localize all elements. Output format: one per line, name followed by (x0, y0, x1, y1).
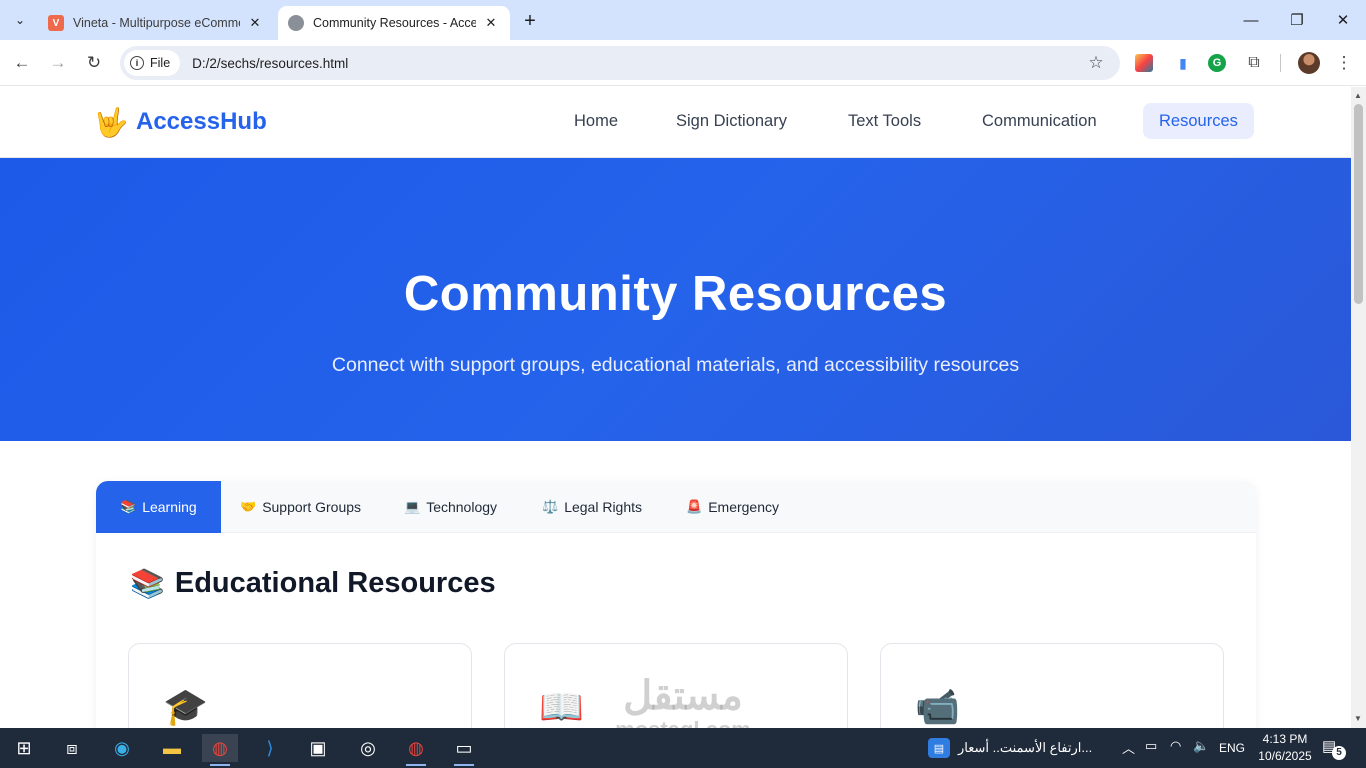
task-view-icon[interactable]: ⧈ (54, 734, 90, 762)
new-tab-button[interactable]: + (518, 9, 542, 33)
menu-kebab-icon[interactable]: ⋮ (1334, 51, 1354, 75)
page-viewport: 🤟 AccessHub Home Sign Dictionary Text To… (0, 87, 1351, 728)
tab-search-chevron-icon[interactable]: ⌄ (6, 8, 34, 32)
terminal-icon[interactable]: ▭ (446, 734, 482, 766)
browser-tab-strip: ⌄ V Vineta - Multipurpose eComme ✕ Commu… (0, 0, 1366, 40)
nav-sign-dictionary[interactable]: Sign Dictionary (660, 103, 803, 139)
nav-text-tools[interactable]: Text Tools (832, 103, 937, 139)
minimize-icon[interactable]: — (1228, 0, 1274, 40)
notification-center-icon[interactable]: ▤ 5 (1322, 737, 1346, 760)
wifi-icon[interactable]: ◠ (1170, 738, 1181, 754)
address-bar[interactable]: i File D:/2/sechs/resources.html ☆ (120, 46, 1120, 80)
scroll-thumb[interactable] (1354, 104, 1363, 304)
toolbar-divider (1280, 54, 1281, 72)
extension-document-icon[interactable]: ▮ (1172, 52, 1194, 74)
restore-icon[interactable]: ❐ (1274, 0, 1320, 40)
tab-label: Learning (142, 499, 197, 515)
close-window-icon[interactable]: ✕ (1320, 0, 1366, 40)
laptop-icon: 💻 (404, 499, 421, 514)
scales-icon: ⚖️ (542, 499, 559, 514)
vscode-icon[interactable]: ⟩ (252, 734, 288, 762)
browser-toolbar: ← → ↻ i File D:/2/sechs/resources.html ☆… (0, 40, 1366, 86)
nav-resources[interactable]: Resources (1143, 103, 1254, 139)
news-headline: ارتفاع الأسمنت.. أسعار... (958, 740, 1093, 755)
grammarly-icon[interactable]: G (1208, 54, 1226, 72)
info-icon: i (130, 56, 144, 70)
site-logo[interactable]: 🤟 AccessHub (93, 105, 267, 139)
page-subtitle: Connect with support groups, educational… (331, 354, 1020, 376)
resource-tabs: 📚 Learning 🤝 Support Groups 💻 Technology… (96, 481, 1256, 533)
show-hidden-icons-chevron-icon[interactable]: ︿ (1122, 738, 1135, 757)
scroll-down-arrow-icon[interactable]: ▼ (1354, 714, 1362, 723)
battery-icon[interactable]: ▭ (1145, 738, 1157, 754)
tab-title: Vineta - Multipurpose eComme (73, 16, 240, 30)
watermark-arabic: مستقل (623, 674, 743, 718)
tab-label: Legal Rights (564, 499, 643, 515)
chrome-taskbar-icon[interactable]: ◍ (202, 734, 238, 766)
back-arrow-icon[interactable]: ← (10, 51, 34, 75)
tab-legal-rights[interactable]: ⚖️ Legal Rights (518, 481, 666, 533)
resource-card[interactable]: 🎓 (128, 643, 472, 728)
profile-avatar[interactable] (1298, 52, 1320, 74)
video-camera-icon: 📹 (915, 686, 960, 727)
nav-communication[interactable]: Communication (966, 103, 1113, 139)
extension-color-icon[interactable] (1135, 54, 1153, 72)
forward-arrow-icon[interactable]: → (46, 51, 70, 75)
tab-support-groups[interactable]: 🤝 Support Groups (216, 481, 385, 533)
tab-technology[interactable]: 💻 Technology (380, 481, 521, 533)
open-book-icon: 📖 (539, 686, 584, 727)
globe-icon (288, 15, 304, 31)
system-clock[interactable]: 4:13 PM 10/6/2025 (1255, 731, 1315, 765)
app-box-icon[interactable]: ▣ (300, 734, 336, 762)
site-info-label: File (150, 56, 171, 70)
site-header: 🤟 AccessHub Home Sign Dictionary Text To… (0, 87, 1351, 158)
page-title: Community Resources (403, 267, 948, 321)
file-explorer-icon[interactable]: ▬ (154, 734, 190, 762)
extensions-puzzle-icon[interactable]: ⧉ (1243, 52, 1265, 74)
hero-banner: Community Resources Connect with support… (0, 158, 1351, 441)
edge-browser-icon[interactable]: ◉ (104, 734, 140, 762)
scroll-up-arrow-icon[interactable]: ▲ (1354, 91, 1362, 100)
books-icon: 📚 (130, 568, 165, 599)
tab-label: Emergency (708, 499, 779, 515)
language-indicator[interactable]: ENG (1219, 741, 1245, 755)
clock-time: 4:13 PM (1262, 732, 1308, 746)
tab-label: Support Groups (262, 499, 362, 515)
obs-icon[interactable]: ◎ (350, 734, 386, 762)
hand-logo-icon: 🤟 (93, 106, 129, 138)
windows-taskbar: ⊞ ⧈ ◉ ▬ ◍ ⟩ ▣ ◎ ◍ ▭ ▤ ارتفاع الأسمنت.. أ… (0, 728, 1366, 768)
volume-icon[interactable]: 🔈 (1193, 738, 1209, 754)
site-info-chip[interactable]: i File (124, 50, 181, 76)
section-heading: 📚 Educational Resources (130, 567, 496, 600)
windows-start-icon[interactable]: ⊞ (6, 734, 42, 762)
clock-date: 10/6/2025 (1258, 749, 1312, 763)
page-scrollbar[interactable]: ▲ ▼ (1351, 87, 1366, 728)
tab-learning[interactable]: 📚 Learning (96, 481, 221, 533)
close-tab-icon[interactable]: ✕ (482, 14, 500, 32)
bookmark-star-icon[interactable]: ☆ (1082, 53, 1110, 73)
url-text[interactable]: D:/2/sechs/resources.html (192, 56, 1082, 71)
browser-tab-vineta[interactable]: V Vineta - Multipurpose eComme ✕ (38, 6, 274, 40)
brand-name: AccessHub (136, 108, 267, 135)
notification-count-badge: 5 (1332, 746, 1346, 760)
vineta-favicon-icon: V (48, 15, 64, 31)
news-icon: ▤ (928, 738, 950, 758)
news-widget[interactable]: ▤ ارتفاع الأسمنت.. أسعار... (928, 736, 1092, 760)
tab-title: Community Resources - Access (313, 16, 476, 30)
close-tab-icon[interactable]: ✕ (246, 14, 264, 32)
resource-card[interactable]: 📹 (880, 643, 1224, 728)
siren-icon: 🚨 (686, 499, 703, 514)
nav-home[interactable]: Home (558, 103, 634, 139)
reload-icon[interactable]: ↻ (82, 51, 106, 75)
browser-tab-community-resources[interactable]: Community Resources - Access ✕ (278, 6, 510, 40)
books-icon: 📚 (120, 499, 137, 514)
chrome-profile-icon[interactable]: ◍ (398, 734, 434, 766)
tab-emergency[interactable]: 🚨 Emergency (662, 481, 803, 533)
handshake-icon: 🤝 (240, 499, 257, 514)
section-title: Educational Resources (174, 567, 496, 599)
tab-label: Technology (426, 499, 498, 515)
graduation-cap-icon: 🎓 (163, 686, 208, 727)
